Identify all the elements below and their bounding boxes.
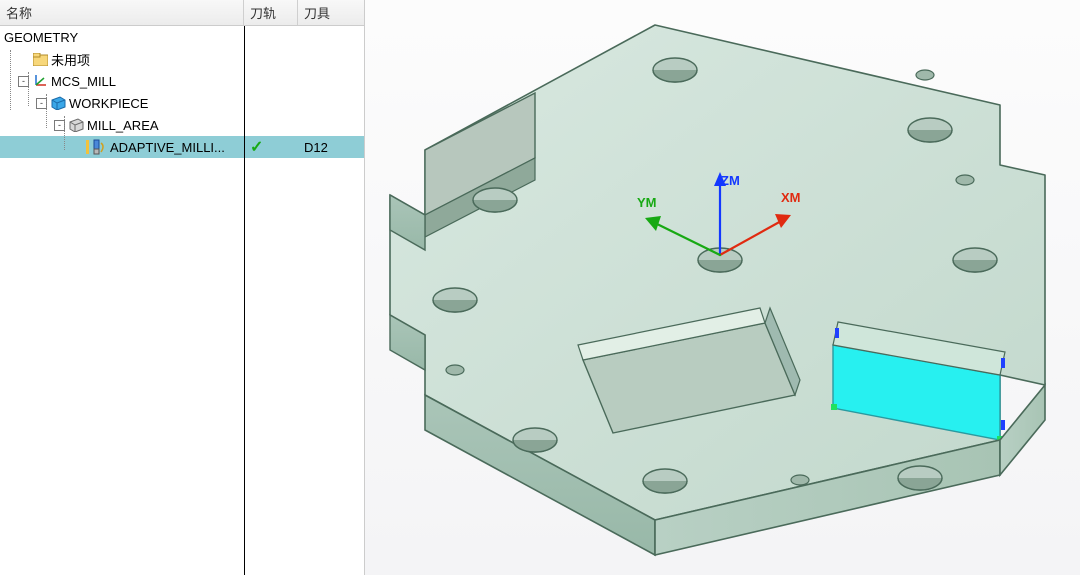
tree-label-mcs-mill: MCS_MILL — [51, 74, 116, 89]
tree-row-mill-area[interactable]: - MILL_AREA — [0, 114, 364, 136]
tool-label: D12 — [304, 140, 328, 155]
folder-icon — [32, 51, 48, 67]
axis-y-label: YM — [637, 195, 657, 210]
tree-label-adaptive: ADAPTIVE_MILLI... — [110, 140, 225, 155]
tree-label-geometry: GEOMETRY — [4, 30, 78, 45]
check-icon: ✓ — [250, 137, 263, 157]
tree-row-mcs-mill[interactable]: - MCS_MILL — [0, 70, 364, 92]
column-divider[interactable] — [244, 26, 245, 575]
tree-label-workpiece: WORKPIECE — [69, 96, 148, 111]
model-render — [365, 0, 1080, 575]
tree-row-workpiece[interactable]: - WORKPIECE — [0, 92, 364, 114]
tree-row-adaptive-milling[interactable]: ADAPTIVE_MILLI... ✓ D12 — [0, 136, 364, 158]
workpiece-icon — [50, 95, 66, 111]
tree-row-unused[interactable]: 未用项 — [0, 48, 364, 70]
column-header-name[interactable]: 名称 — [0, 0, 244, 25]
cell-track-adaptive: ✓ — [244, 137, 298, 157]
tree-label-unused: 未用项 — [51, 50, 90, 69]
tree-label-mill-area: MILL_AREA — [87, 118, 159, 133]
tree-header: 名称 刀轨 刀具 — [0, 0, 364, 26]
tree-row-geometry[interactable]: GEOMETRY — [0, 26, 364, 48]
axis-z-label: ZM — [721, 173, 740, 188]
cell-tool-adaptive: D12 — [298, 140, 364, 155]
warning-bar-icon — [86, 140, 89, 154]
operation-icon — [91, 139, 107, 155]
tree-body: GEOMETRY 未用项 - — [0, 26, 364, 158]
model-viewport[interactable]: ZM XM YM — [365, 0, 1080, 575]
operation-navigator: 名称 刀轨 刀具 GEOMETRY 未用项 — [0, 0, 365, 575]
mcs-icon — [32, 73, 48, 89]
column-header-track[interactable]: 刀轨 — [244, 0, 298, 25]
axis-x-label: XM — [781, 190, 801, 205]
mill-area-icon — [68, 117, 84, 133]
column-header-tool[interactable]: 刀具 — [298, 0, 364, 25]
